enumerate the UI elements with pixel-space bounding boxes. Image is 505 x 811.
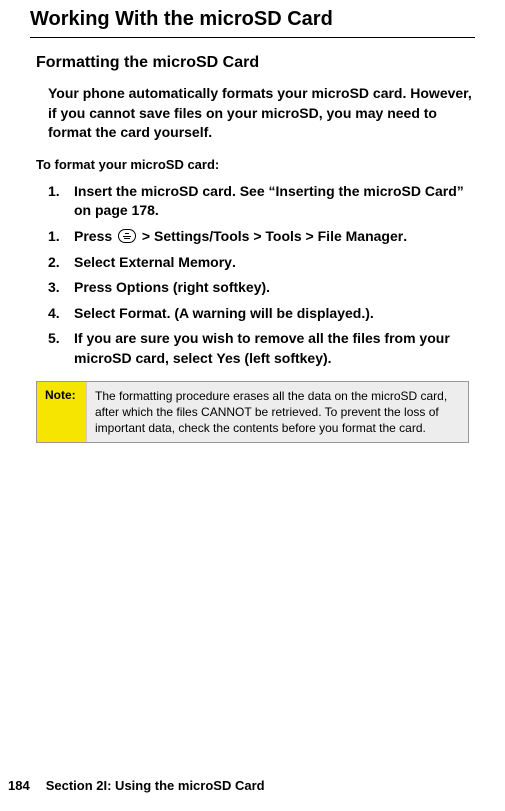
menu-key-icon	[118, 229, 136, 243]
note-label: Note:	[37, 382, 87, 443]
section-label: Section 2I: Using the microSD Card	[46, 778, 265, 793]
step-number: 3.	[48, 278, 74, 298]
step-item: 1. Insert the microSD card. See “Inserti…	[48, 182, 475, 221]
step-item: 1. Press > Settings/Tools > Tools > File…	[48, 227, 475, 247]
page-title: Working With the microSD Card	[30, 8, 475, 38]
step-number: 1.	[48, 182, 74, 221]
step-text: Insert the microSD card. See “Inserting …	[74, 182, 475, 221]
step-text: Press Options (right softkey).	[74, 278, 475, 298]
note-text: The formatting procedure erases all the …	[87, 382, 468, 443]
step-item: 5. If you are sure you wish to remove al…	[48, 329, 475, 368]
step-item: 2. Select External Memory.	[48, 253, 475, 273]
step-item: 3. Press Options (right softkey).	[48, 278, 475, 298]
section-heading: Formatting the microSD Card	[30, 54, 475, 72]
step-text: Select External Memory.	[74, 253, 475, 273]
note-box: Note: The formatting procedure erases al…	[36, 381, 469, 444]
steps-list: 1. Insert the microSD card. See “Inserti…	[30, 182, 475, 369]
step-number: 2.	[48, 253, 74, 273]
page-footer: 184 Section 2I: Using the microSD Card	[0, 778, 265, 793]
step-number: 4.	[48, 304, 74, 324]
step-number: 5.	[48, 329, 74, 368]
page-number: 184	[8, 778, 30, 793]
step-text: If you are sure you wish to remove all t…	[74, 329, 475, 368]
intro-paragraph: Your phone automatically formats your mi…	[30, 84, 475, 143]
step-number: 1.	[48, 227, 74, 247]
procedure-heading: To format your microSD card:	[30, 157, 475, 172]
step-text: Select Format. (A warning will be displa…	[74, 304, 475, 324]
step-item: 4. Select Format. (A warning will be dis…	[48, 304, 475, 324]
step-text: Press > Settings/Tools > Tools > File Ma…	[74, 227, 475, 247]
